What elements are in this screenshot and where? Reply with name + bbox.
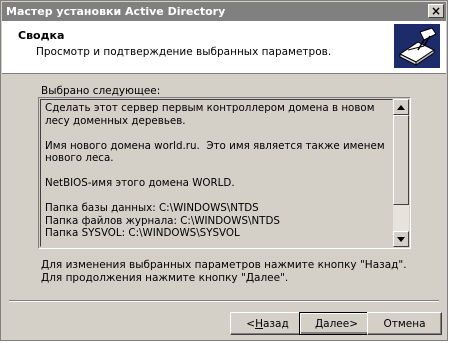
divider <box>9 300 439 302</box>
close-button[interactable]: × <box>428 4 444 18</box>
summary-line <box>45 190 388 203</box>
arrow-up-icon <box>397 104 405 110</box>
summary-line: Папка SYSVOL: C:\WINDOWS\SYSVOL <box>45 227 240 239</box>
summary-line: NetBIOS-имя этого домена WORLD. <box>45 177 235 189</box>
summary-textbox[interactable]: Сделать этот сервер первым контроллером … <box>38 97 411 249</box>
vertical-scrollbar[interactable] <box>393 99 409 247</box>
wizard-window: Мастер установки Active Directory × Свод… <box>0 0 448 341</box>
summary-line: Папка файлов журнала: C:\WINDOWS\NTDS <box>45 214 280 227</box>
summary-line: Сделать этот сервер первым контроллером … <box>45 102 378 127</box>
summary-line <box>45 240 388 247</box>
scroll-down-button[interactable] <box>393 231 409 247</box>
instruction-next: Для продолжения нажмите кнопку "Далее". <box>41 272 289 284</box>
window-title: Мастер установки Active Directory <box>6 5 226 18</box>
close-icon: × <box>430 4 442 18</box>
scroll-thumb[interactable] <box>393 115 409 205</box>
instruction-back: Для изменения выбранных параметров нажми… <box>41 259 407 271</box>
wizard-header: Сводка Просмотр и подтверждение выбранны… <box>2 21 446 74</box>
summary-label: Выбрано следующее: <box>41 85 161 97</box>
title-bar[interactable]: Мастер установки Active Directory × <box>2 2 446 21</box>
summary-line <box>45 127 388 140</box>
page-subtitle: Просмотр и подтверждение выбранных парам… <box>36 46 332 58</box>
book-icon <box>394 24 440 68</box>
scroll-up-button[interactable] <box>393 99 409 115</box>
back-button[interactable]: < Назад <box>230 312 305 335</box>
instructions: Для изменения выбранных параметров нажми… <box>41 259 407 285</box>
summary-line: Имя нового домена world.ru. Это имя явля… <box>45 139 388 165</box>
summary-line: Папка базы данных: C:\WINDOWS\NTDS <box>45 202 259 214</box>
next-button[interactable]: Далее > <box>299 312 374 335</box>
summary-text: Сделать этот сервер первым контроллером … <box>41 100 392 247</box>
summary-line <box>45 165 388 178</box>
arrow-down-icon <box>397 236 405 242</box>
page-title: Сводка <box>18 29 65 42</box>
cancel-button[interactable]: Отмена <box>367 312 442 335</box>
